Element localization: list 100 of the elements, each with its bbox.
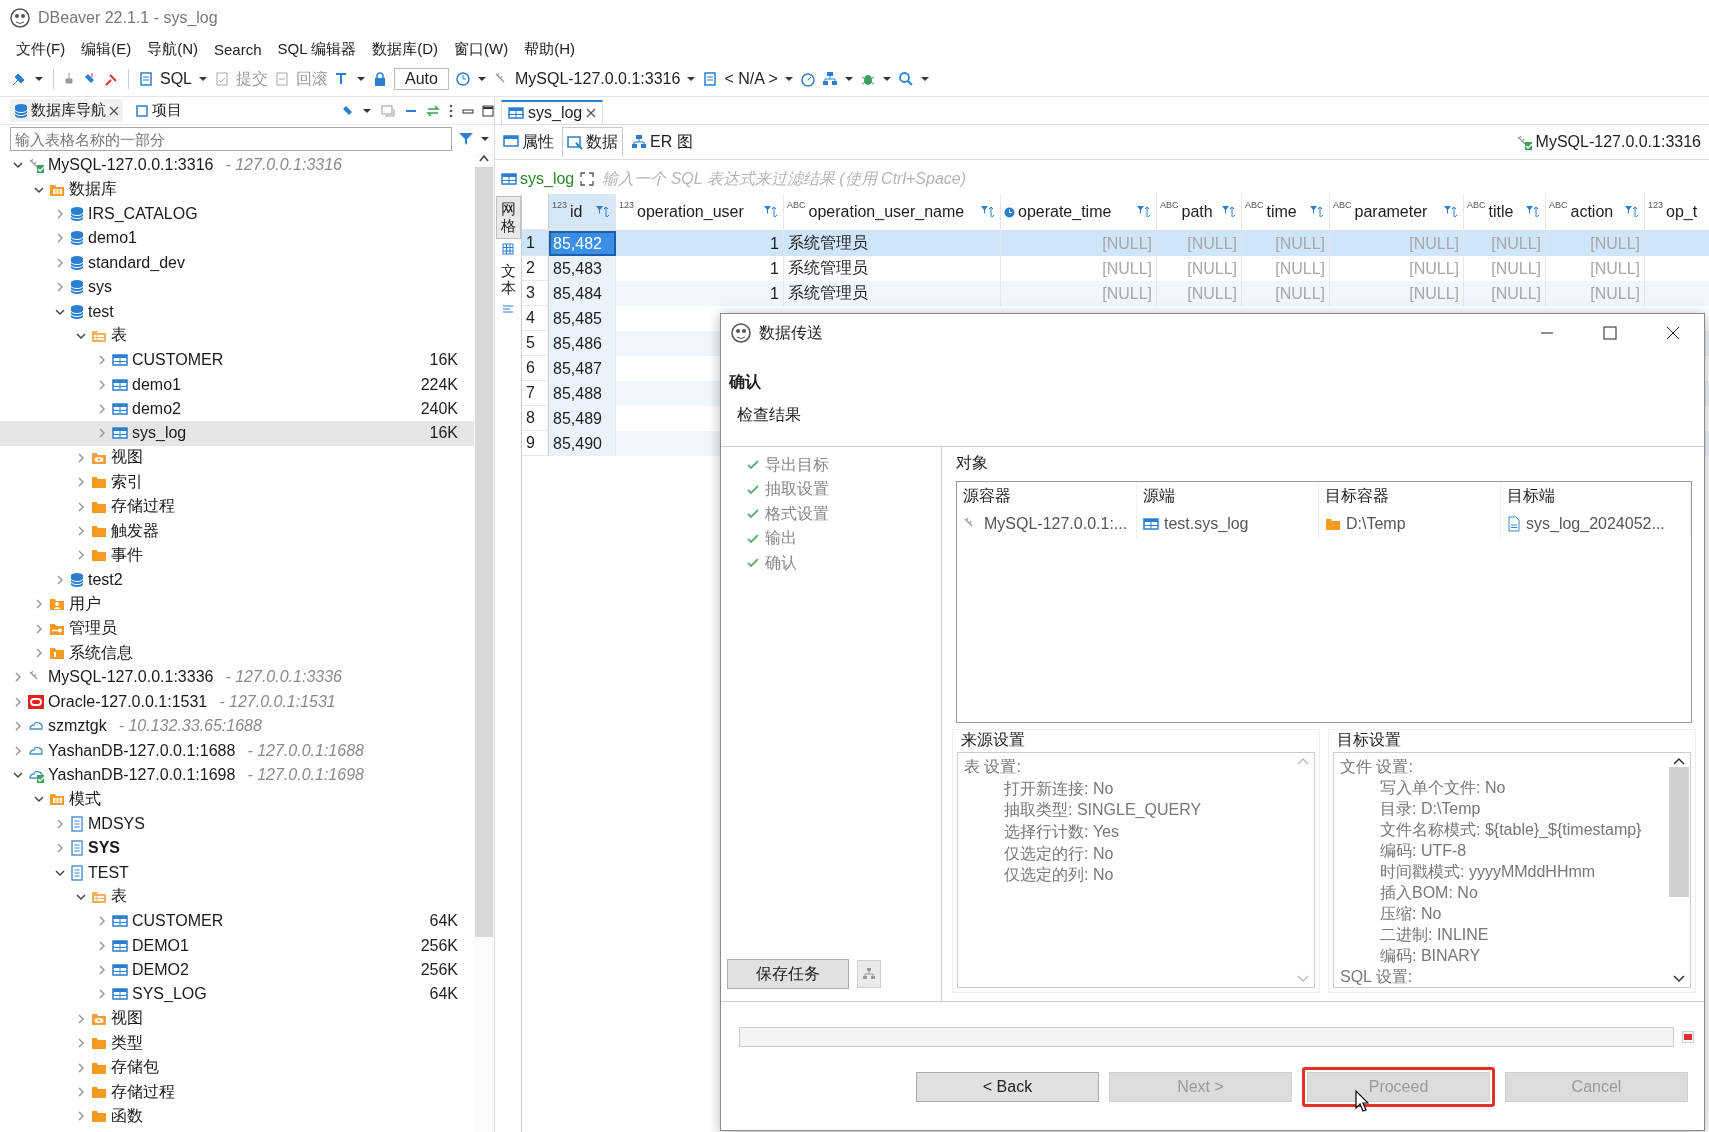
chevron-right-icon[interactable] [54,256,66,269]
table-name-link[interactable]: sys_log [501,170,575,188]
chevron-right-icon[interactable] [96,427,108,440]
dropdown-caret-icon[interactable] [198,76,208,82]
chevron-right-icon[interactable] [12,671,24,684]
scrollbar[interactable] [474,153,494,1132]
dropdown-caret-icon[interactable] [686,76,697,82]
chevron-right-icon[interactable] [54,232,66,245]
tree-item[interactable]: 表 [0,884,474,910]
row-number[interactable]: 5 [522,331,549,356]
tree-item[interactable]: test2 [0,567,474,593]
tree-item[interactable]: 系统信息 [0,640,474,666]
wizard-step[interactable]: 确认 [721,551,941,576]
sort-filter-icon[interactable] [763,205,779,219]
chevron-right-icon[interactable] [75,500,87,513]
tree-item[interactable]: YashanDB-127.0.0.1:1698 - 127.0.0.1:1698 [0,762,474,788]
dropdown-caret-icon[interactable] [362,107,372,114]
sort-filter-icon[interactable] [1624,205,1640,219]
menu-item[interactable]: Search [212,40,264,58]
dropdown-caret-icon[interactable] [881,76,892,82]
toolbar-button[interactable]: < N/A > [724,70,778,88]
tree-item[interactable]: 视图 [0,445,474,471]
chevron-right-icon[interactable] [12,720,24,733]
history-icon[interactable] [454,71,471,87]
hierarchy-button[interactable] [857,960,881,988]
chevron-right-icon[interactable] [75,1110,87,1123]
row-number[interactable]: 8 [522,406,549,431]
menu-item[interactable]: 导航(N) [145,39,200,59]
row-number[interactable]: 2 [522,256,549,281]
dashboard-icon[interactable] [799,71,816,87]
chevron-right-icon[interactable] [33,598,45,611]
chevron-right-icon[interactable] [96,354,108,367]
row-number[interactable]: 3 [522,281,549,306]
tree-item[interactable]: standard_dev [0,250,474,275]
tree-item[interactable]: TEST [0,860,474,885]
wizard-step[interactable]: 格式设置 [721,502,941,527]
chevron-down-icon[interactable] [1673,975,1685,983]
chevron-right-icon[interactable] [12,695,24,708]
save-task-button[interactable]: 保存任务 [727,959,849,989]
sort-filter-icon[interactable] [1221,205,1237,219]
tree-item[interactable]: SYS_LOG 64K [0,982,474,1007]
dropdown-caret-icon[interactable] [919,76,930,82]
tree-item[interactable]: 索引 [0,470,474,495]
tree-item[interactable]: 存储包 [0,1055,474,1080]
stop-icon[interactable] [1682,1031,1694,1043]
editor-subtab[interactable]: 属性 [499,127,558,157]
editor-tab[interactable]: sys_log [501,100,604,124]
chevron-right-icon[interactable] [96,378,108,391]
search-field[interactable]: 输入表格名称的一部分 [10,127,452,151]
dropdown-caret-icon[interactable] [783,76,794,82]
side-tab[interactable]: 文本 [496,259,520,300]
tree-item[interactable]: CUSTOMER 16K [0,348,474,373]
tree-item[interactable]: 存储过程 [0,1079,474,1105]
tree-item[interactable]: demo1 [0,226,474,251]
tree-item[interactable]: sys [0,274,474,300]
dropdown-caret-icon[interactable] [34,76,44,82]
wizard-step[interactable]: 导出目标 [721,453,941,478]
tree-item[interactable]: 数据库 [0,177,474,202]
tree-item[interactable]: IRS_CATALOG [0,201,474,227]
chevron-right-icon[interactable] [75,549,87,562]
expand-icon[interactable] [580,172,595,186]
tree-item[interactable]: 管理员 [0,616,474,641]
row-number[interactable]: 1 [522,231,549,256]
menu-item[interactable]: 文件(F) [14,39,68,59]
chevron-right-icon[interactable] [54,281,66,294]
tree-item[interactable]: DEMO1 256K [0,933,474,958]
dropdown-caret-icon[interactable] [476,76,487,82]
chevron-right-icon[interactable] [54,842,66,855]
chevron-right-icon[interactable] [96,988,108,1001]
chevron-right-icon[interactable] [75,1012,87,1025]
chevron-right-icon[interactable] [96,403,108,416]
close-icon[interactable] [1665,326,1680,340]
tree-item[interactable]: 事件 [0,543,474,568]
menu-item[interactable]: 编辑(E) [79,39,134,59]
dropdown-caret-icon[interactable] [480,136,490,142]
wizard-step[interactable]: 抽取设置 [721,477,941,502]
sort-filter-icon[interactable] [1136,205,1152,219]
chevron-right-icon[interactable] [75,476,87,489]
chevron-up-icon[interactable] [1673,757,1685,765]
tree-item[interactable]: 用户 [0,592,474,617]
chevron-right-icon[interactable] [54,573,66,586]
sort-filter-icon[interactable] [1309,205,1325,219]
menu-item[interactable]: 窗口(W) [452,39,511,59]
grid-icon[interactable] [502,243,514,255]
scrollbar-thumb[interactable] [475,167,493,937]
row-number[interactable]: 6 [522,356,549,381]
wizard-step[interactable]: 输出 [721,526,941,551]
hierarchy-icon[interactable] [821,71,838,87]
toolbar-button[interactable]: MySQL-127.0.0.1:3316 [514,70,681,88]
search-icon[interactable] [897,71,914,87]
chevron-right-icon[interactable] [96,964,108,977]
tree-item[interactable]: demo1 224K [0,372,474,397]
connection-link[interactable]: MySQL-127.0.0.1:3316 [1515,133,1709,151]
tree-item[interactable]: 类型 [0,1031,474,1056]
tree-item[interactable]: szmztgk - 10.132.33.65:1688 [0,714,474,739]
tree-item[interactable]: sys_log 16K [0,421,474,446]
sql-editor-icon[interactable] [138,71,154,87]
close-icon[interactable] [586,108,597,118]
editor-subtab[interactable]: ER 图 [627,127,697,157]
sort-filter-icon[interactable] [980,205,996,219]
